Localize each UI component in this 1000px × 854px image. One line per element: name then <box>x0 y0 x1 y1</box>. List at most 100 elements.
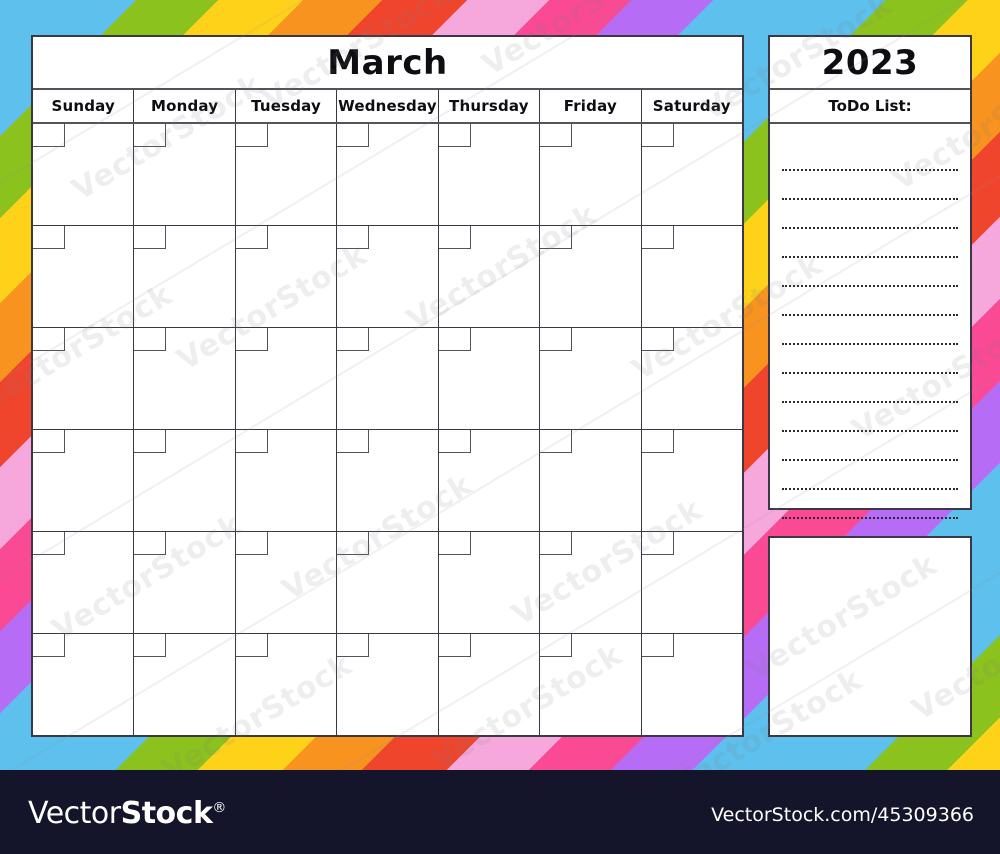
calendar-day-cell[interactable] <box>33 226 135 327</box>
calendar-day-cell[interactable] <box>134 634 236 735</box>
todo-line[interactable] <box>782 258 958 287</box>
date-number-box[interactable] <box>33 328 65 351</box>
date-number-box[interactable] <box>235 124 268 147</box>
todo-line[interactable] <box>782 374 958 403</box>
todo-write-lines[interactable] <box>770 124 970 527</box>
date-number-box[interactable] <box>134 634 167 657</box>
date-number-box[interactable] <box>134 532 167 555</box>
calendar-day-cell[interactable] <box>134 226 236 327</box>
date-number-box[interactable] <box>540 532 573 555</box>
calendar-day-cell[interactable] <box>540 634 642 735</box>
date-number-box[interactable] <box>33 124 65 147</box>
calendar-day-cell[interactable] <box>641 430 742 531</box>
notes-panel[interactable] <box>768 536 972 737</box>
calendar-day-cell[interactable] <box>134 328 236 429</box>
date-number-box[interactable] <box>641 328 674 351</box>
date-number-box[interactable] <box>641 226 674 249</box>
todo-line[interactable] <box>782 461 958 490</box>
date-number-box[interactable] <box>337 430 370 453</box>
date-number-box[interactable] <box>134 328 167 351</box>
date-number-box[interactable] <box>540 328 573 351</box>
calendar-day-cell[interactable] <box>235 532 338 633</box>
date-number-box[interactable] <box>235 634 268 657</box>
date-number-box[interactable] <box>540 430 573 453</box>
todo-line[interactable] <box>782 287 958 316</box>
date-number-box[interactable] <box>235 328 268 351</box>
calendar-day-cell[interactable] <box>235 328 338 429</box>
date-number-box[interactable] <box>337 634 370 657</box>
calendar-day-cell[interactable] <box>641 634 742 735</box>
calendar-day-cell[interactable] <box>641 532 742 633</box>
todo-line[interactable] <box>782 142 958 171</box>
date-number-box[interactable] <box>438 634 471 657</box>
date-number-box[interactable] <box>235 430 268 453</box>
date-number-box[interactable] <box>33 430 65 453</box>
weekday-header-monday: Monday <box>134 90 236 122</box>
calendar-day-cell[interactable] <box>33 328 135 429</box>
date-number-box[interactable] <box>33 532 65 555</box>
date-number-box[interactable] <box>337 124 370 147</box>
date-number-box[interactable] <box>134 430 167 453</box>
todo-line[interactable] <box>782 432 958 461</box>
calendar-day-cell[interactable] <box>540 124 642 225</box>
calendar-day-cell[interactable] <box>337 634 439 735</box>
date-number-box[interactable] <box>337 226 370 249</box>
date-number-box[interactable] <box>33 634 65 657</box>
calendar-day-cell[interactable] <box>540 226 642 327</box>
calendar-day-cell[interactable] <box>337 328 439 429</box>
date-number-box[interactable] <box>337 532 370 555</box>
date-number-box[interactable] <box>438 226 471 249</box>
todo-line[interactable] <box>782 316 958 345</box>
date-number-box[interactable] <box>641 634 674 657</box>
calendar-day-cell[interactable] <box>134 124 236 225</box>
date-number-box[interactable] <box>438 532 471 555</box>
calendar-day-cell[interactable] <box>438 634 541 735</box>
date-number-box[interactable] <box>134 226 167 249</box>
calendar-day-cell[interactable] <box>337 532 439 633</box>
date-number-box[interactable] <box>641 124 674 147</box>
calendar-day-cell[interactable] <box>33 634 135 735</box>
calendar-day-cell[interactable] <box>641 328 742 429</box>
date-number-box[interactable] <box>540 634 573 657</box>
date-number-box[interactable] <box>235 532 268 555</box>
date-number-box[interactable] <box>235 226 268 249</box>
calendar-day-cell[interactable] <box>235 124 338 225</box>
calendar-day-cell[interactable] <box>641 226 742 327</box>
todo-line[interactable] <box>782 345 958 374</box>
todo-line[interactable] <box>782 229 958 258</box>
calendar-day-cell[interactable] <box>438 328 541 429</box>
calendar-day-cell[interactable] <box>438 532 541 633</box>
calendar-day-cell[interactable] <box>641 124 742 225</box>
todo-line[interactable] <box>782 403 958 432</box>
todo-line[interactable] <box>782 490 958 519</box>
calendar-day-cell[interactable] <box>540 532 642 633</box>
todo-line[interactable] <box>782 200 958 229</box>
calendar-day-cell[interactable] <box>235 226 338 327</box>
date-number-box[interactable] <box>540 226 573 249</box>
date-number-box[interactable] <box>337 328 370 351</box>
calendar-day-cell[interactable] <box>33 124 135 225</box>
calendar-day-cell[interactable] <box>235 430 338 531</box>
todo-line[interactable] <box>782 171 958 200</box>
calendar-day-cell[interactable] <box>33 430 135 531</box>
date-number-box[interactable] <box>540 124 573 147</box>
date-number-box[interactable] <box>438 328 471 351</box>
calendar-day-cell[interactable] <box>337 430 439 531</box>
calendar-day-cell[interactable] <box>540 328 642 429</box>
calendar-day-cell[interactable] <box>438 430 541 531</box>
calendar-day-cell[interactable] <box>33 532 135 633</box>
calendar-day-cell[interactable] <box>134 430 236 531</box>
calendar-day-cell[interactable] <box>134 532 236 633</box>
date-number-box[interactable] <box>438 124 471 147</box>
calendar-day-cell[interactable] <box>540 430 642 531</box>
date-number-box[interactable] <box>33 226 65 249</box>
date-number-box[interactable] <box>134 124 167 147</box>
date-number-box[interactable] <box>641 430 674 453</box>
calendar-day-cell[interactable] <box>337 226 439 327</box>
calendar-day-cell[interactable] <box>235 634 338 735</box>
calendar-day-cell[interactable] <box>337 124 439 225</box>
calendar-day-cell[interactable] <box>438 124 541 225</box>
date-number-box[interactable] <box>641 532 674 555</box>
date-number-box[interactable] <box>438 430 471 453</box>
calendar-day-cell[interactable] <box>438 226 541 327</box>
